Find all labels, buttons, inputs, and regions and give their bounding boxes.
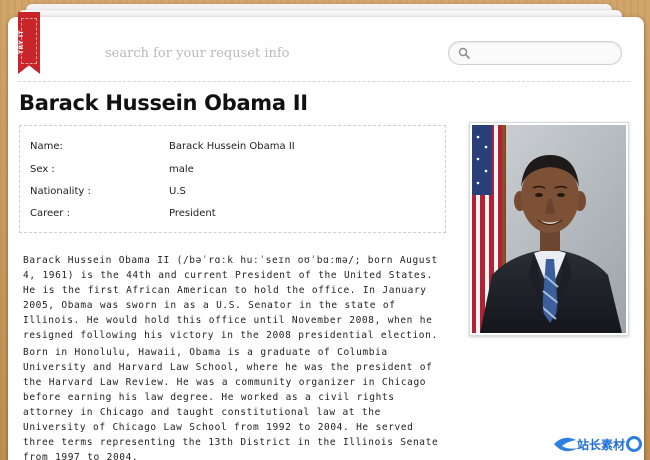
info-label: Career : [30, 208, 70, 219]
portrait-photo [469, 122, 629, 336]
info-row-career: Career : President [30, 208, 430, 224]
info-row-name: Name: Barack Hussein Obama II [30, 141, 430, 157]
info-label: Name: [30, 141, 63, 152]
bio-paragraph: Born in Honolulu, Hawaii, Obama is a gra… [23, 347, 439, 460]
info-row-sex: Sex : male [30, 164, 430, 180]
page-title: Barack Hussein Obama II [19, 91, 308, 115]
info-row-nationality: Nationality : U.S [30, 186, 430, 202]
portrait-image [472, 125, 626, 333]
info-value: President [169, 208, 216, 219]
bio-paragraph: Barack Hussein Obama II (/bəˈrɑːk huːˈse… [23, 255, 438, 341]
search-hint-text: search for your requset info [105, 46, 290, 61]
info-value: U.S [169, 186, 186, 197]
info-value: Barack Hussein Obama II [169, 141, 295, 152]
search-box[interactable] [448, 41, 622, 65]
info-value: male [169, 164, 194, 175]
header-divider [18, 81, 630, 82]
search-input[interactable] [475, 44, 615, 62]
ribbon-label: TRY IT [18, 29, 25, 55]
try-it-ribbon[interactable]: TRY IT [18, 12, 40, 74]
watermark-text: 站长素材 [577, 438, 626, 452]
info-label: Sex : [30, 164, 55, 175]
info-label: Nationality : [30, 186, 91, 197]
search-icon[interactable] [458, 47, 470, 59]
profile-info-table: Name: Barack Hussein Obama II Sex : male… [19, 125, 446, 233]
